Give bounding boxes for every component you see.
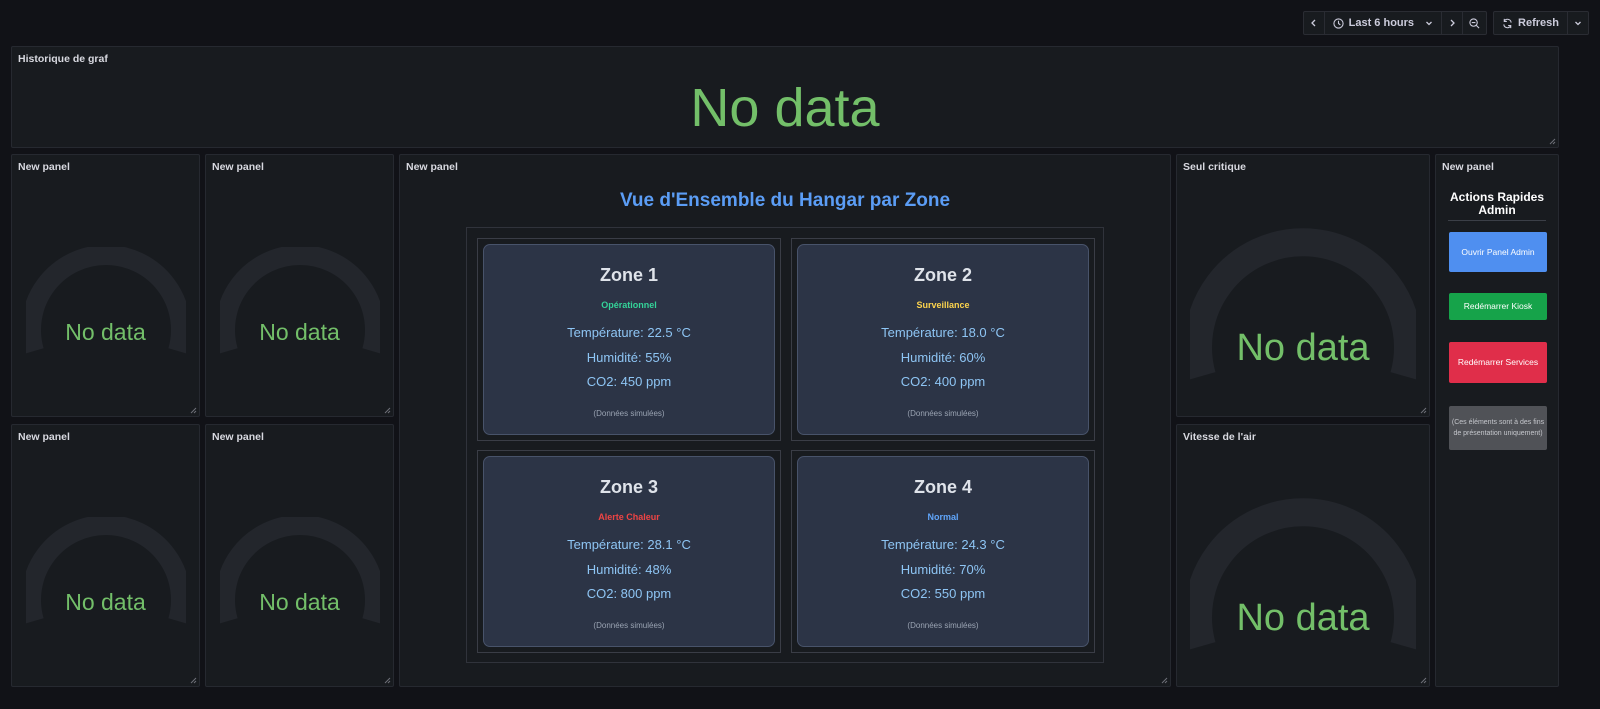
- time-range-forward-button[interactable]: [1442, 12, 1464, 34]
- zone-cell: Zone 1 Opérationnel Température: 22.5 °C…: [477, 238, 781, 441]
- chevron-left-icon: [1310, 19, 1316, 27]
- panel-title: Vitesse de l'air: [1183, 431, 1256, 443]
- chevron-right-icon: [1450, 19, 1455, 27]
- panel-title: New panel: [18, 431, 70, 443]
- panel-title: Historique de graf: [18, 53, 108, 65]
- sync-icon: [1503, 18, 1512, 28]
- zone-humidity: Humidité: 70%: [900, 562, 986, 577]
- zone-note: (Données simulées): [907, 621, 979, 630]
- refresh-group: Refresh: [1493, 11, 1589, 35]
- zone-co2: CO2: 400 ppm: [900, 374, 986, 389]
- zone-status: Normal: [927, 512, 959, 522]
- zone-cell: Zone 3 Alerte Chaleur Température: 28.1 …: [477, 450, 781, 653]
- no-data-text: No data: [65, 589, 146, 615]
- refresh-button[interactable]: Refresh: [1494, 12, 1568, 34]
- zone-humidity: Humidité: 60%: [900, 350, 986, 365]
- no-data-text: No data: [259, 319, 340, 345]
- zone-card: Zone 2 Surveillance Température: 18.0 °C…: [797, 244, 1089, 435]
- zone-card: Zone 1 Opérationnel Température: 22.5 °C…: [483, 244, 775, 435]
- admin-actions-panel: New panel Actions Rapides Admin Ouvrir P…: [1435, 154, 1559, 687]
- resize-handle-icon[interactable]: [384, 407, 391, 414]
- no-data-text: No data: [65, 319, 146, 345]
- chevron-down-icon: [1575, 21, 1581, 26]
- overview-heading: Vue d'Ensemble du Hangar par Zone: [619, 190, 951, 211]
- zone-co2: CO2: 550 ppm: [900, 586, 986, 601]
- resize-handle-icon[interactable]: [1420, 407, 1427, 414]
- no-data-text: No data: [1236, 327, 1370, 369]
- zone-status: Opérationnel: [601, 300, 657, 310]
- no-data-text: No data: [690, 78, 880, 138]
- zone-temperature: Température: 24.3 °C: [881, 537, 1005, 552]
- zone-grid: Zone 1 Opérationnel Température: 22.5 °C…: [466, 227, 1104, 663]
- gauge-panel-1: New panel No data: [11, 154, 200, 417]
- restart-services-button[interactable]: Redémarrer Services: [1449, 342, 1547, 383]
- zone-cell: Zone 4 Normal Température: 24.3 °C Humid…: [791, 450, 1095, 653]
- gauge-panel-4: New panel No data: [205, 424, 394, 687]
- time-range-label: Last 6 hours: [1348, 17, 1415, 29]
- zone-co2: CO2: 450 ppm: [586, 374, 672, 389]
- time-range-back-button[interactable]: [1304, 12, 1325, 34]
- zone-temperature: Température: 18.0 °C: [881, 325, 1005, 340]
- zone-name: Zone 2: [913, 265, 972, 285]
- history-panel: Historique de graf No data: [11, 46, 1559, 148]
- zone-status: Alerte Chaleur: [598, 512, 660, 522]
- gauge-panel-2: New panel No data: [205, 154, 394, 417]
- clock-icon: [1332, 17, 1344, 29]
- gauge-panel-3: New panel No data: [11, 424, 200, 687]
- time-picker-group: Last 6 hours: [1302, 11, 1488, 35]
- zone-temperature: Température: 22.5 °C: [567, 325, 691, 340]
- resize-handle-icon[interactable]: [190, 677, 197, 684]
- zone-humidity: Humidité: 55%: [586, 350, 672, 365]
- zone-note: (Données simulées): [593, 409, 665, 418]
- zone-name: Zone 4: [913, 477, 972, 497]
- divider: [1448, 220, 1546, 221]
- time-range-picker[interactable]: Last 6 hours: [1325, 12, 1443, 34]
- no-data-text: No data: [259, 589, 340, 615]
- chevron-down-icon: [1426, 21, 1432, 26]
- panel-title: New panel: [212, 431, 264, 443]
- zone-temperature: Température: 28.1 °C: [567, 537, 691, 552]
- critical-threshold-panel: Seul critique No data: [1176, 154, 1430, 417]
- admin-note: (Ces éléments sont à des fins de présent…: [1449, 406, 1547, 450]
- dashboard-toolbar: Last 6 hours Refresh: [1302, 11, 1589, 35]
- zone-humidity: Humidité: 48%: [586, 562, 672, 577]
- panel-title: Seul critique: [1183, 161, 1247, 173]
- zone-cell: Zone 2 Surveillance Température: 18.0 °C…: [791, 238, 1095, 441]
- zone-card: Zone 3 Alerte Chaleur Température: 28.1 …: [483, 456, 775, 647]
- zone-overview-panel: New panel Vue d'Ensemble du Hangar par Z…: [399, 154, 1171, 687]
- refresh-interval-dropdown[interactable]: [1568, 12, 1588, 34]
- admin-title: Actions Rapides Admin: [1449, 190, 1545, 217]
- restart-kiosk-button[interactable]: Redémarrer Kiosk: [1449, 293, 1547, 320]
- zone-note: (Données simulées): [593, 621, 665, 630]
- zoom-out-button[interactable]: [1463, 12, 1486, 34]
- refresh-label: Refresh: [1518, 17, 1559, 29]
- panel-title: New panel: [406, 161, 458, 173]
- panel-title: New panel: [18, 161, 70, 173]
- resize-handle-icon[interactable]: [1549, 138, 1556, 145]
- zone-card: Zone 4 Normal Température: 24.3 °C Humid…: [797, 456, 1089, 647]
- resize-handle-icon[interactable]: [1161, 677, 1168, 684]
- zone-name: Zone 1: [599, 265, 658, 285]
- open-admin-panel-button[interactable]: Ouvrir Panel Admin: [1449, 232, 1547, 272]
- zone-status: Surveillance: [916, 300, 970, 310]
- resize-handle-icon[interactable]: [384, 677, 391, 684]
- zone-name: Zone 3: [599, 477, 658, 497]
- zoom-out-icon: [1469, 17, 1480, 28]
- no-data-text: No data: [1236, 597, 1370, 639]
- panel-title: New panel: [212, 161, 264, 173]
- resize-handle-icon[interactable]: [1420, 677, 1427, 684]
- air-speed-panel: Vitesse de l'air No data: [1176, 424, 1430, 687]
- panel-title: New panel: [1442, 161, 1494, 173]
- resize-handle-icon[interactable]: [190, 407, 197, 414]
- zone-co2: CO2: 800 ppm: [586, 586, 672, 601]
- zone-note: (Données simulées): [907, 409, 979, 418]
